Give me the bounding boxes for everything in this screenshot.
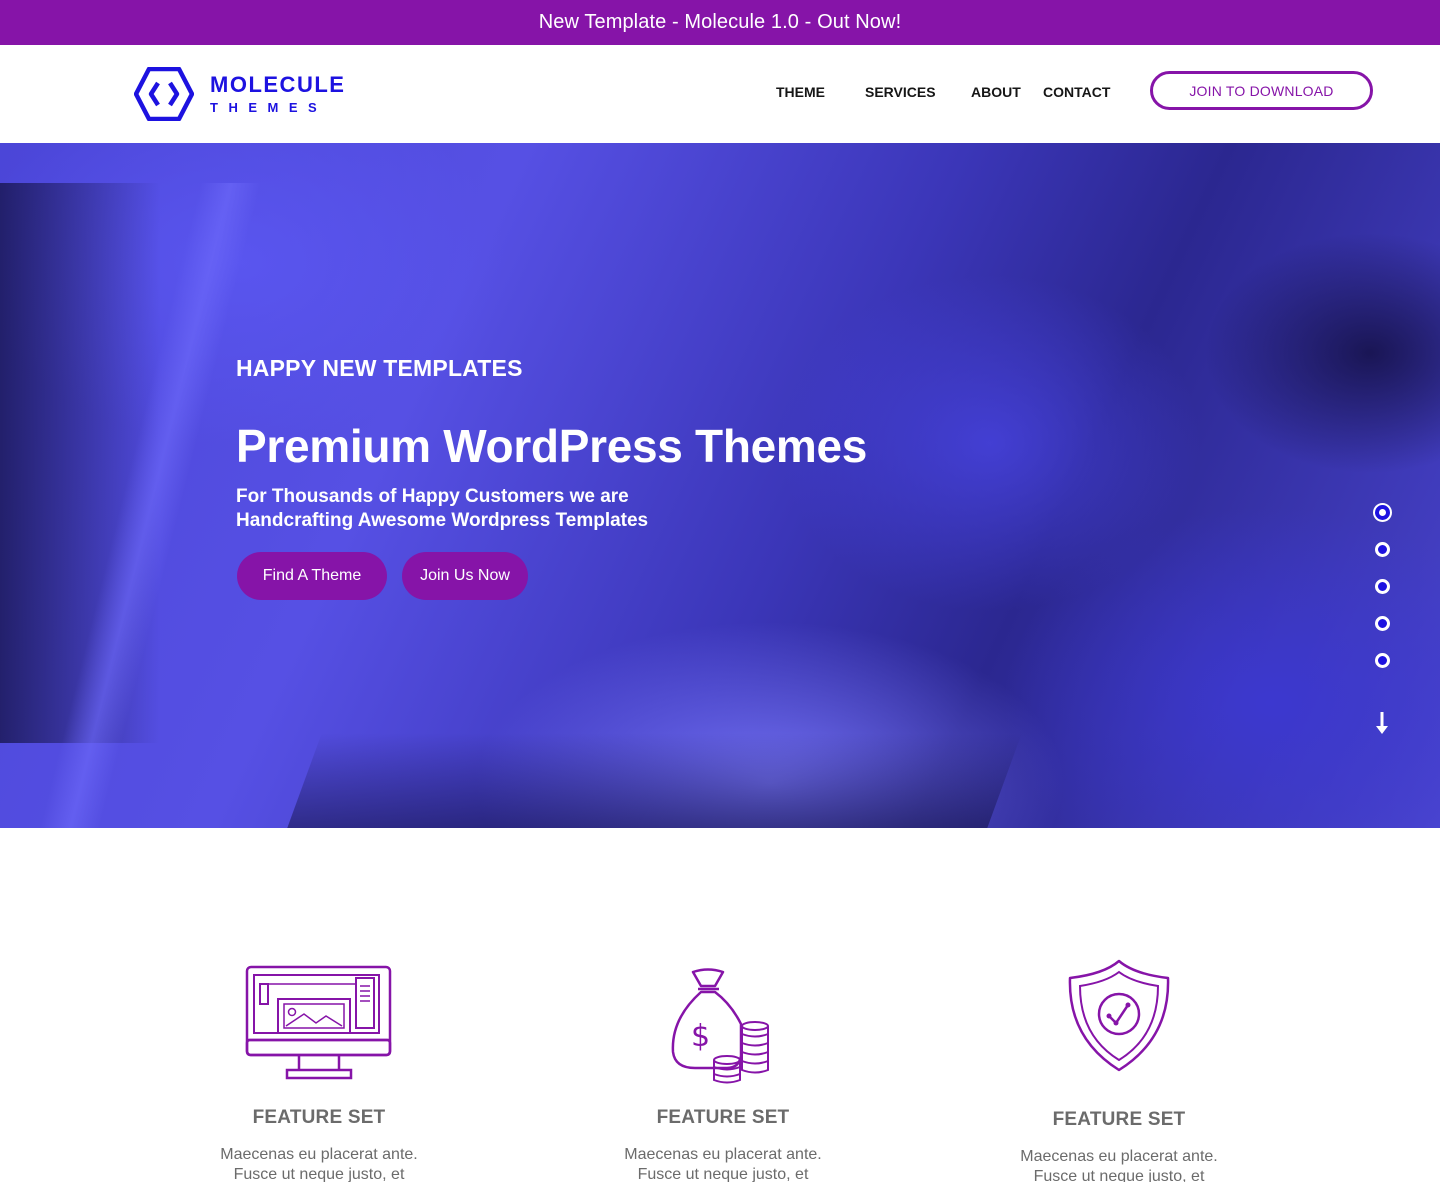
feature-title-2: FEATURE SET xyxy=(656,1107,790,1128)
announcement-text[interactable]: New Template - Molecule 1.0 - Out Now! xyxy=(539,11,901,34)
brand-name-line2: THEMES xyxy=(210,100,328,115)
feature-title-3: FEATURE SET xyxy=(1052,1109,1186,1130)
shield-check-icon xyxy=(1068,959,1170,1072)
slider-dot-2[interactable] xyxy=(1375,542,1390,557)
feature-card-1: FEATURE SET Maecenas eu placerat ante. F… xyxy=(169,960,469,1182)
feature-text-1-line2: Fusce ut neque justo, et xyxy=(233,1166,405,1182)
money-bag-coins-icon: $ xyxy=(671,968,769,1084)
hero-background-keyboard xyxy=(278,733,1022,828)
slider-dot-5[interactable] xyxy=(1375,653,1390,668)
feature-text-1: Maecenas eu placerat ante. Fusce ut nequ… xyxy=(169,1145,469,1182)
nav-item-services[interactable]: SERVICES xyxy=(865,84,936,100)
join-to-download-button[interactable]: JOIN TO DOWNLOAD xyxy=(1150,71,1373,110)
nav-item-contact[interactable]: CONTACT xyxy=(1043,84,1110,100)
hero-title: Premium WordPress Themes xyxy=(236,420,868,472)
feature-text-2: Maecenas eu placerat ante. Fusce ut nequ… xyxy=(573,1145,873,1182)
site-header: MOLECULE THEMES THEME SERVICES ABOUT CON… xyxy=(0,45,1440,143)
nav-item-about[interactable]: ABOUT xyxy=(971,84,1021,100)
feature-text-3: Maecenas eu placerat ante. Fusce ut nequ… xyxy=(969,1147,1269,1182)
hero-subtitle-line2: Handcrafting Awesome Wordpress Templates xyxy=(236,510,649,531)
hero-slider: HAPPY NEW TEMPLATES Premium WordPress Th… xyxy=(0,143,1440,828)
slider-dot-1[interactable] xyxy=(1375,505,1390,520)
monitor-design-icon xyxy=(245,965,392,1080)
announcement-bar[interactable]: New Template - Molecule 1.0 - Out Now! xyxy=(0,0,1440,45)
feature-card-3: FEATURE SET Maecenas eu placerat ante. F… xyxy=(969,958,1269,1182)
feature-text-2-line1: Maecenas eu placerat ante. xyxy=(624,1146,822,1163)
join-us-now-button[interactable]: Join Us Now xyxy=(402,552,528,600)
feature-card-2: $ FEATURE SET Maecenas eu placerat ante.… xyxy=(573,964,873,1182)
brand-logo[interactable]: MOLECULE THEMES xyxy=(134,67,345,121)
hero-kicker: HAPPY NEW TEMPLATES xyxy=(236,355,523,381)
brand-name-line1: MOLECULE xyxy=(210,72,346,97)
svg-text:$: $ xyxy=(691,1019,710,1054)
hexagon-logo-icon xyxy=(134,67,194,121)
feature-title-1: FEATURE SET xyxy=(252,1107,386,1128)
hero-subtitle-line1: For Thousands of Happy Customers we are xyxy=(236,486,629,507)
arrow-down-icon[interactable] xyxy=(1374,711,1390,735)
slider-dot-4[interactable] xyxy=(1375,616,1390,631)
find-a-theme-button[interactable]: Find A Theme xyxy=(237,552,387,600)
brand-wordmark: MOLECULE THEMES xyxy=(210,72,346,115)
feature-text-3-line1: Maecenas eu placerat ante. xyxy=(1020,1148,1218,1165)
slider-dot-3[interactable] xyxy=(1375,579,1390,594)
feature-text-1-line1: Maecenas eu placerat ante. xyxy=(220,1146,418,1163)
hero-subtitle: For Thousands of Happy Customers we are … xyxy=(236,485,756,533)
nav-item-theme[interactable]: THEME xyxy=(776,84,825,100)
feature-text-3-line2: Fusce ut neque justo, et xyxy=(1033,1168,1205,1182)
feature-text-2-line2: Fusce ut neque justo, et xyxy=(637,1166,809,1182)
